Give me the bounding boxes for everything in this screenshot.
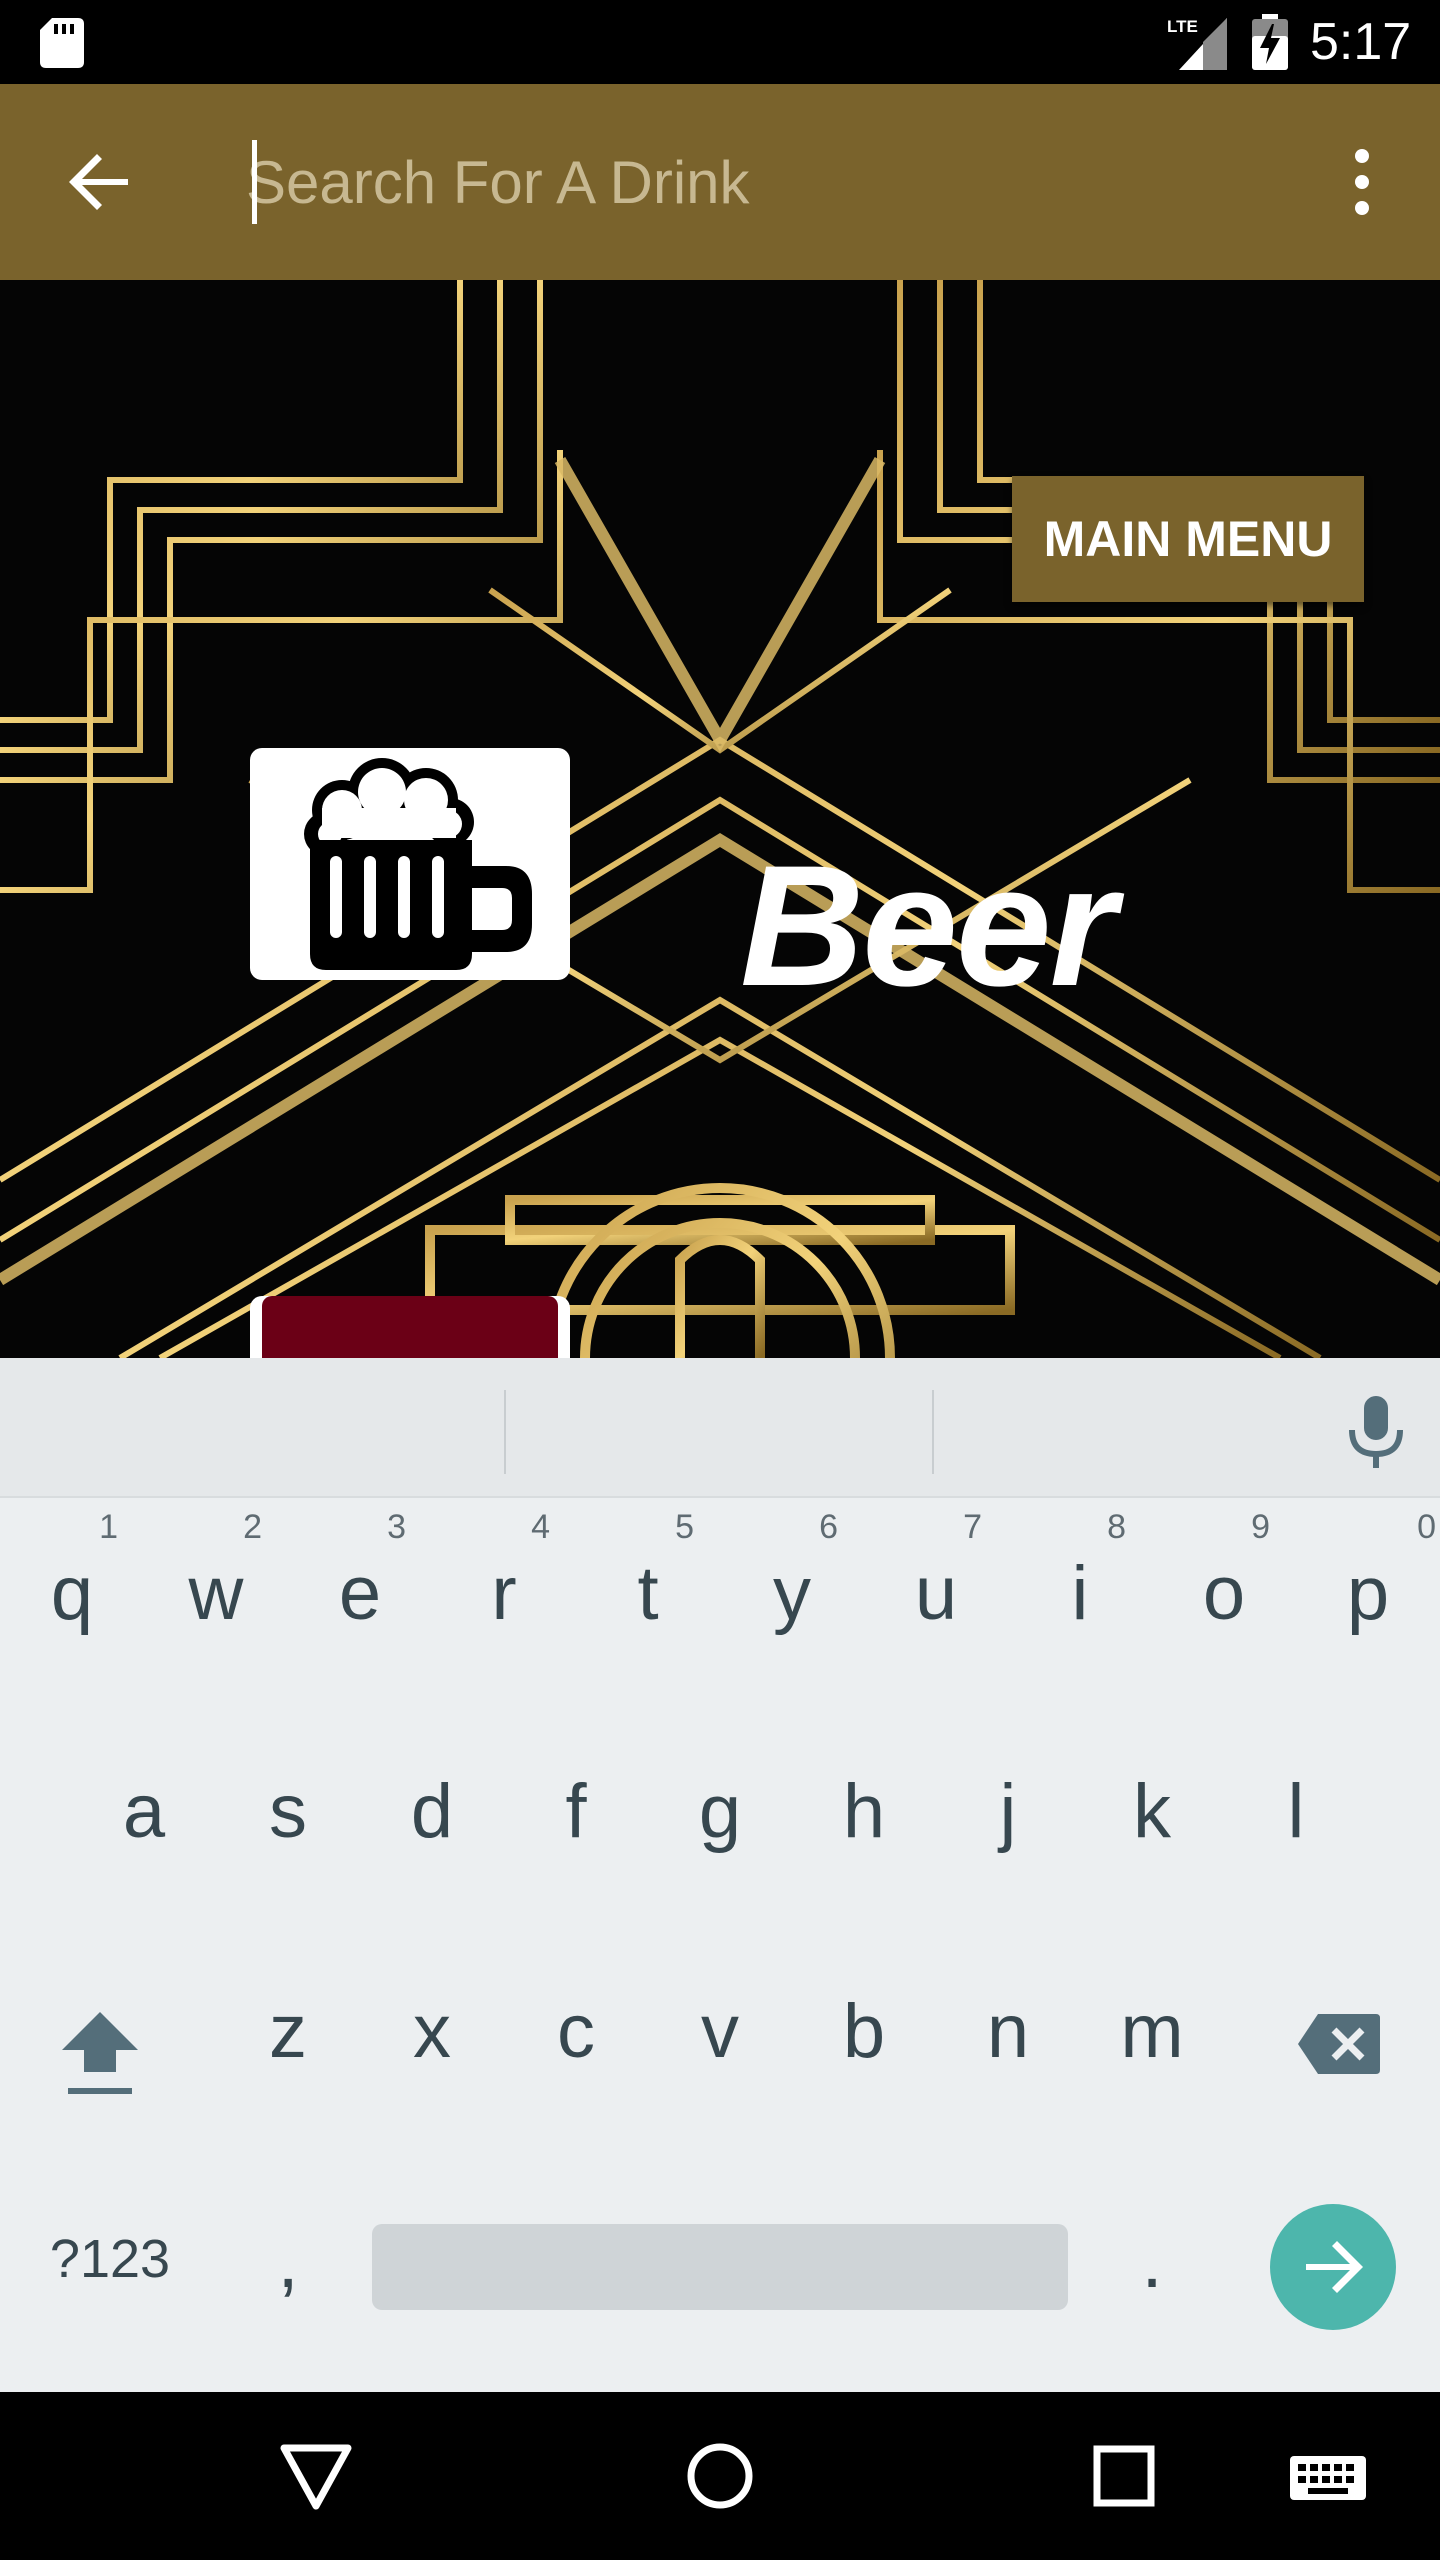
shift-icon[interactable]	[58, 2008, 142, 2096]
status-clock: 5:17	[1310, 13, 1412, 71]
comma-key[interactable]: ,	[248, 2218, 328, 2305]
key-j[interactable]: j	[936, 1728, 1080, 1928]
beer-mug-icon	[304, 758, 532, 970]
wine-category-tile[interactable]	[250, 1296, 570, 1358]
beer-category-tile[interactable]	[250, 748, 570, 980]
suggestion-strip	[0, 1358, 1440, 1498]
key-e[interactable]: 3e	[288, 1508, 432, 1718]
app-bar	[0, 84, 1440, 280]
more-vert-icon[interactable]	[1330, 132, 1394, 232]
period-key[interactable]: .	[1112, 2218, 1192, 2305]
key-y[interactable]: 6y	[720, 1508, 864, 1718]
key-d[interactable]: d	[360, 1728, 504, 1928]
key-w[interactable]: 2w	[144, 1508, 288, 1718]
key-v[interactable]: v	[648, 1948, 792, 2148]
key-b[interactable]: b	[792, 1948, 936, 2148]
key-q[interactable]: 1q	[0, 1508, 144, 1718]
search-input[interactable]	[246, 132, 1226, 232]
home-circle-icon[interactable]	[670, 2426, 770, 2526]
key-s[interactable]: s	[216, 1728, 360, 1928]
key-g[interactable]: g	[648, 1728, 792, 1928]
arrow-forward-icon	[1306, 2241, 1363, 2293]
key-l[interactable]: l	[1224, 1728, 1368, 1928]
arrow-back-icon[interactable]	[56, 138, 144, 226]
key-m[interactable]: m	[1080, 1948, 1224, 2148]
suggestion-divider	[504, 1390, 506, 1474]
art-deco-background	[0, 280, 1440, 1358]
recents-square-icon[interactable]	[1074, 2426, 1174, 2526]
key-r[interactable]: 4r	[432, 1508, 576, 1718]
mic-icon[interactable]	[1344, 1394, 1408, 1470]
symbols-key[interactable]: ?123	[40, 2228, 180, 2290]
keyboard-icon[interactable]	[1286, 2426, 1370, 2526]
key-k[interactable]: k	[1080, 1728, 1224, 1928]
backspace-icon[interactable]	[1296, 2012, 1382, 2076]
key-h[interactable]: h	[792, 1728, 936, 1928]
space-bar[interactable]	[372, 2224, 1068, 2310]
soft-keyboard: 1q 2w 3e 4r 5t 6y 7u 8i 9o 0p a s d f g …	[0, 1358, 1440, 2392]
svg-text:LTE: LTE	[1167, 17, 1198, 36]
key-i[interactable]: 8i	[1008, 1508, 1152, 1718]
key-p[interactable]: 0p	[1296, 1508, 1440, 1718]
key-c[interactable]: c	[504, 1948, 648, 2148]
key-u[interactable]: 7u	[864, 1508, 1008, 1718]
wine-glass-image	[262, 1296, 558, 1358]
enter-key[interactable]	[1270, 2204, 1396, 2330]
key-f[interactable]: f	[504, 1728, 648, 1928]
text-cursor	[252, 140, 257, 224]
lte-signal-icon: LTE	[1167, 17, 1227, 70]
key-n[interactable]: n	[936, 1948, 1080, 2148]
back-triangle-icon[interactable]	[266, 2426, 366, 2526]
key-o[interactable]: 9o	[1152, 1508, 1296, 1718]
key-a[interactable]: a	[72, 1728, 216, 1928]
status-bar: LTE 5:17	[0, 0, 1440, 84]
main-menu-button[interactable]: MAIN MENU	[1012, 476, 1364, 602]
drink-category-content: MAIN MENU Beer	[0, 280, 1440, 1358]
battery-charging-icon	[1252, 14, 1288, 70]
key-z[interactable]: z	[216, 1948, 360, 2148]
system-nav-bar	[0, 2392, 1440, 2560]
suggestion-divider	[932, 1390, 934, 1474]
sd-card-icon	[40, 18, 84, 68]
beer-category-label[interactable]: Beer	[740, 840, 1116, 1012]
key-t[interactable]: 5t	[576, 1508, 720, 1718]
key-x[interactable]: x	[360, 1948, 504, 2148]
